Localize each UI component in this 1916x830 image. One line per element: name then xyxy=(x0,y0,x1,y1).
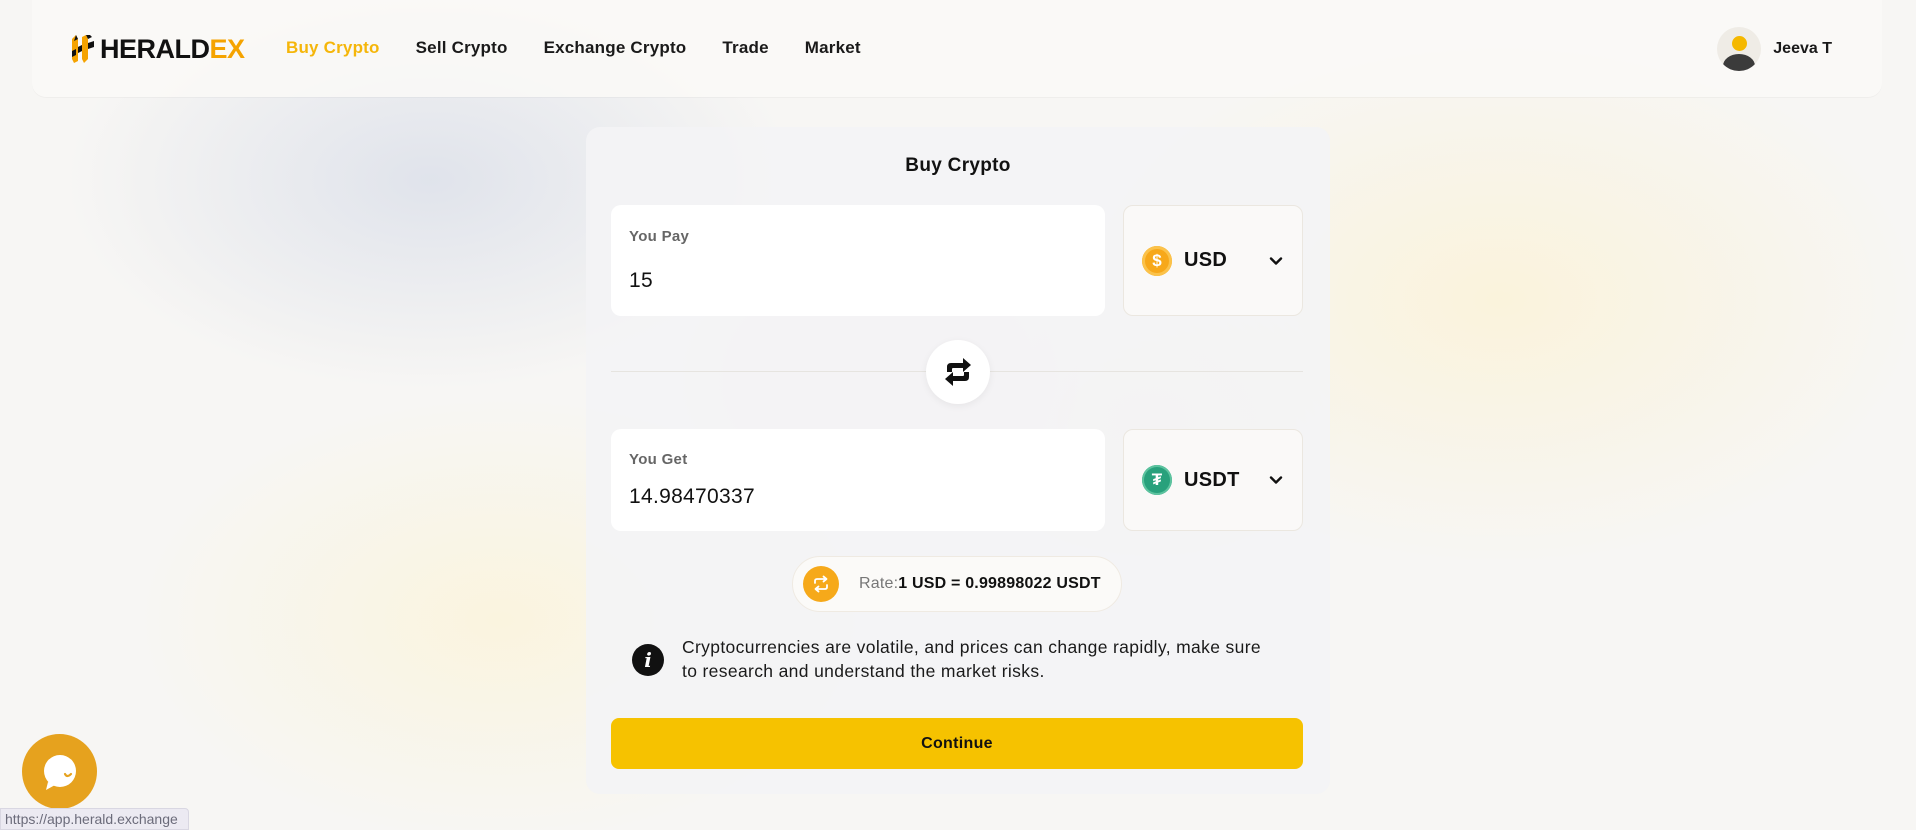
swap-arrows-icon xyxy=(945,358,971,386)
rate-display: Rate: 1 USD = 0.99898022 USDT xyxy=(792,556,1122,612)
dollar-coin-icon: $ xyxy=(1142,245,1172,276)
you-get-value[interactable]: 14.98470337 xyxy=(629,485,755,509)
you-pay-field[interactable]: You Pay 15 xyxy=(611,205,1105,316)
you-get-label: You Get xyxy=(629,451,688,468)
user-avatar-icon[interactable] xyxy=(1717,27,1762,71)
chat-widget-button[interactable] xyxy=(22,734,97,809)
top-header: HERALDEX Buy Crypto Sell Crypto Exchange… xyxy=(32,0,1882,97)
nav-buy-crypto[interactable]: Buy Crypto xyxy=(286,36,380,60)
risk-notice-text: Cryptocurrencies are volatile, and price… xyxy=(682,637,1261,681)
chevron-down-icon xyxy=(1269,476,1283,484)
you-pay-input[interactable]: 15 xyxy=(629,269,653,293)
pay-currency-label: USD xyxy=(1184,249,1228,271)
brand-name-part1: HERALD xyxy=(100,34,210,64)
get-currency-label: USDT xyxy=(1184,468,1240,491)
swap-button[interactable] xyxy=(926,340,990,404)
rate-prefix: Rate: xyxy=(859,575,899,592)
brand-name-part2: EX xyxy=(209,34,246,64)
logo-mark-icon xyxy=(72,35,94,63)
tether-coin-icon: ₮ xyxy=(1142,465,1172,495)
continue-button[interactable]: Continue xyxy=(611,718,1303,769)
nav-sell-crypto[interactable]: Sell Crypto xyxy=(416,36,508,60)
nav-trade[interactable]: Trade xyxy=(722,36,768,60)
exchange-rate-icon xyxy=(803,566,839,602)
buy-crypto-card: Buy Crypto You Pay 15 $ USD You Get 14.9… xyxy=(586,127,1330,794)
brand-logo[interactable]: HERALDEX xyxy=(70,33,245,65)
brand-name: HERALDEX xyxy=(100,33,245,65)
chat-bubble-icon xyxy=(43,754,76,790)
chevron-down-icon xyxy=(1269,256,1283,265)
rate-value: 1 USD = 0.99898022 USDT xyxy=(898,575,1101,592)
info-icon: i xyxy=(632,644,664,676)
main-nav: Buy Crypto Sell Crypto Exchange Crypto T… xyxy=(286,36,861,60)
nav-exchange-crypto[interactable]: Exchange Crypto xyxy=(544,36,687,60)
card-title: Buy Crypto xyxy=(905,155,1011,176)
you-get-field[interactable]: You Get 14.98470337 xyxy=(611,429,1105,531)
nav-market[interactable]: Market xyxy=(805,36,861,60)
user-menu[interactable]: Jeeva T xyxy=(1717,27,1832,71)
pay-currency-select[interactable]: $ USD xyxy=(1123,205,1303,316)
status-bar-url: https://app.herald.exchange xyxy=(0,808,189,830)
get-currency-select[interactable]: ₮ USDT xyxy=(1123,429,1303,531)
risk-notice: i Cryptocurrencies are volatile, and pri… xyxy=(632,635,1272,683)
you-pay-label: You Pay xyxy=(629,228,690,245)
user-name[interactable]: Jeeva T xyxy=(1773,40,1832,58)
